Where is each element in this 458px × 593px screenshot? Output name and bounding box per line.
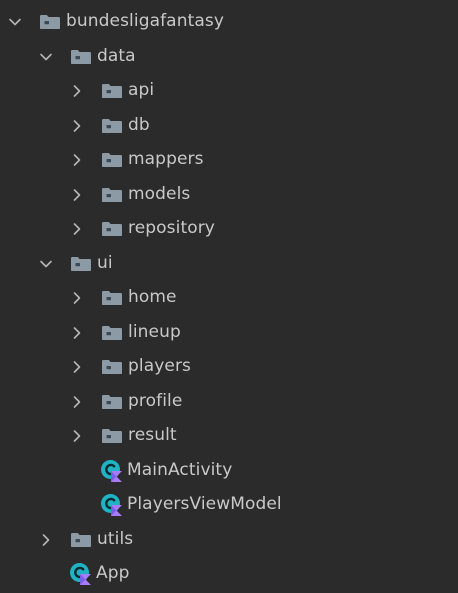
folder-icon xyxy=(101,359,123,375)
tree-node-repository[interactable]: repository xyxy=(0,212,458,247)
folder-icon xyxy=(70,49,92,65)
tree-node-utils[interactable]: utils xyxy=(0,523,458,558)
chevron-right-icon[interactable] xyxy=(70,326,84,340)
folder-icon xyxy=(101,152,123,168)
folder-icon xyxy=(39,14,61,30)
tree-node-label: home xyxy=(128,287,177,308)
kotlin-class-icon xyxy=(69,562,93,586)
tree-node-label: repository xyxy=(128,218,215,239)
folder-icon xyxy=(101,325,123,341)
chevron-right-icon[interactable] xyxy=(70,395,84,409)
tree-node-label: profile xyxy=(128,390,183,411)
tree-node-label: lineup xyxy=(128,321,181,342)
tree-node-label: PlayersViewModel xyxy=(127,494,282,515)
tree-node-models[interactable]: models xyxy=(0,178,458,213)
folder-icon xyxy=(101,428,123,444)
folder-icon xyxy=(101,221,123,237)
chevron-right-icon[interactable] xyxy=(70,291,84,305)
tree-node-api[interactable]: api xyxy=(0,74,458,109)
tree-node-label: App xyxy=(96,563,130,584)
chevron-right-icon[interactable] xyxy=(70,429,84,443)
tree-node-ui[interactable]: ui xyxy=(0,247,458,282)
chevron-right-icon[interactable] xyxy=(70,84,84,98)
chevron-right-icon[interactable] xyxy=(70,153,84,167)
tree-node-mappers[interactable]: mappers xyxy=(0,143,458,178)
tree-node-label: models xyxy=(128,183,191,204)
tree-node-playersviewmodel[interactable]: PlayersViewModel xyxy=(0,488,458,523)
tree-node-db[interactable]: db xyxy=(0,109,458,144)
tree-node-label: utils xyxy=(97,528,134,549)
chevron-right-icon[interactable] xyxy=(70,222,84,236)
tree-node-mainactivity[interactable]: MainActivity xyxy=(0,454,458,489)
folder-icon xyxy=(101,290,123,306)
folder-icon xyxy=(101,394,123,410)
tree-node-home[interactable]: home xyxy=(0,281,458,316)
chevron-right-icon[interactable] xyxy=(70,188,84,202)
tree-node-label: bundesligafantasy xyxy=(66,11,224,32)
chevron-down-icon[interactable] xyxy=(39,257,53,271)
tree-node-app[interactable]: App xyxy=(0,557,458,592)
chevron-right-icon[interactable] xyxy=(39,533,53,547)
chevron-right-icon[interactable] xyxy=(70,119,84,133)
tree-node-label: data xyxy=(97,45,136,66)
folder-icon xyxy=(70,532,92,548)
tree-node-label: db xyxy=(128,114,150,135)
kotlin-class-icon xyxy=(100,459,124,483)
folder-icon xyxy=(101,187,123,203)
chevron-down-icon[interactable] xyxy=(39,50,53,64)
tree-node-lineup[interactable]: lineup xyxy=(0,316,458,351)
tree-node-result[interactable]: result xyxy=(0,419,458,454)
tree-node-label: result xyxy=(128,425,177,446)
kotlin-class-icon xyxy=(100,493,124,517)
folder-icon xyxy=(101,83,123,99)
folder-icon xyxy=(70,256,92,272)
chevron-down-icon[interactable] xyxy=(8,15,22,29)
tree-node-label: api xyxy=(128,80,155,101)
tree-node-label: MainActivity xyxy=(127,459,233,480)
tree-node-data[interactable]: data xyxy=(0,40,458,75)
chevron-right-icon[interactable] xyxy=(70,360,84,374)
folder-icon xyxy=(101,118,123,134)
tree-node-label: players xyxy=(128,356,191,377)
tree-node-bundesligafantasy[interactable]: bundesligafantasy xyxy=(0,5,458,40)
project-tree: bundesligafantasy data api db mappers mo… xyxy=(0,0,458,593)
tree-node-label: ui xyxy=(97,252,113,273)
tree-node-label: mappers xyxy=(128,149,204,170)
tree-node-profile[interactable]: profile xyxy=(0,385,458,420)
tree-node-players[interactable]: players xyxy=(0,350,458,385)
